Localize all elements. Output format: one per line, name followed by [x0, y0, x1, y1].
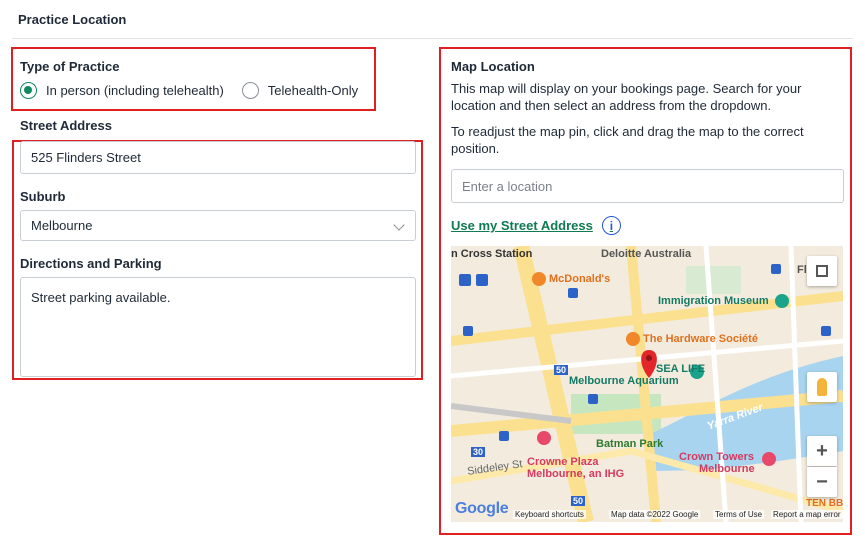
- use-street-address-link[interactable]: Use my Street Address i: [451, 216, 621, 235]
- directions-label: Directions and Parking: [20, 256, 162, 271]
- radio-telehealth-only[interactable]: [241, 82, 259, 99]
- fullscreen-icon: [816, 265, 828, 277]
- keyboard-shortcuts-link[interactable]: Keyboard shortcuts: [513, 510, 586, 519]
- crown-towers-marker: [762, 452, 776, 466]
- suburb-value: Melbourne: [31, 218, 93, 233]
- transit-marker: [499, 431, 509, 441]
- highlight-practice-type: [11, 47, 376, 111]
- transit-marker: [568, 288, 578, 298]
- chevron-down-icon: [393, 219, 405, 231]
- transit-marker: [588, 394, 598, 404]
- map-location-label: Map Location: [451, 59, 535, 74]
- google-logo-text: Google: [455, 500, 509, 517]
- map-label-fl: Fl: [797, 264, 807, 276]
- report-map-error-link[interactable]: Report a map error: [771, 510, 843, 519]
- map-label-mcdonalds: McDonald's: [549, 273, 611, 285]
- map-label-batman-park: Batman Park: [596, 438, 664, 450]
- map-label-cross-station: n Cross Station: [451, 248, 533, 260]
- batman-park-marker: [537, 431, 551, 445]
- map-help-text-2: To readjust the map pin, click and drag …: [451, 124, 804, 156]
- route-number-30: 30: [471, 447, 486, 457]
- radio-in-person-label[interactable]: In person (including telehealth): [46, 83, 224, 98]
- transit-marker: [476, 274, 488, 286]
- transit-marker: [459, 274, 471, 286]
- use-street-address-text[interactable]: Use my Street Address: [451, 218, 593, 233]
- map-view[interactable]: n Cross Station Deloitte Australia Fl Mc…: [451, 246, 843, 522]
- transit-marker: [821, 326, 831, 336]
- practice-type-label: Type of Practice: [20, 59, 120, 74]
- map-label-ten-bbq: TEN BBQ: [806, 498, 843, 509]
- radio-in-person[interactable]: [20, 82, 37, 99]
- zoom-out-button[interactable]: −: [807, 467, 837, 497]
- section-divider: [12, 38, 853, 39]
- suburb-label: Suburb: [20, 189, 66, 204]
- museum-marker: [775, 294, 789, 308]
- radio-telehealth-only-label[interactable]: Telehealth-Only: [268, 83, 358, 98]
- map-park: [686, 266, 741, 294]
- map-label-crown-plaza-2: Melbourne, an IHG: [527, 468, 625, 480]
- transit-marker: [771, 264, 781, 274]
- street-address-input[interactable]: 525 Flinders Street: [20, 141, 416, 174]
- map-label-deloitte: Deloitte Australia: [601, 248, 692, 260]
- pegman-icon: [817, 378, 827, 396]
- map-label-crown-towers: Crown Towers: [679, 451, 754, 463]
- map-label-crown-towers-2: Melbourne: [699, 463, 755, 475]
- map-label-melbourne-aquarium: Melbourne Aquarium: [569, 375, 679, 387]
- route-number-50b: 50: [571, 496, 586, 506]
- map-label-immigration-museum: Immigration Museum: [658, 295, 769, 307]
- route-number-50a: 50: [554, 365, 569, 375]
- map-help-text-1: This map will display on your bookings p…: [451, 81, 802, 113]
- practice-type-options: In person (including telehealth) Telehea…: [20, 82, 358, 99]
- transit-marker: [463, 326, 473, 336]
- zoom-in-button[interactable]: +: [807, 436, 837, 466]
- hardware-societe-marker: [626, 332, 640, 346]
- map-label-hardware-societe: The Hardware Société: [643, 333, 758, 345]
- street-address-label: Street Address: [20, 118, 112, 133]
- mcdonalds-marker: [532, 272, 546, 286]
- section-title: Practice Location: [18, 12, 127, 27]
- street-view-pegman[interactable]: [807, 372, 837, 402]
- google-logo: Google: [455, 500, 509, 518]
- directions-textarea[interactable]: Street parking available.: [20, 277, 416, 377]
- map-location-pin-dot: [646, 355, 652, 361]
- fullscreen-button[interactable]: [807, 256, 837, 286]
- map-label-sea-life: SEA LIFE: [656, 363, 706, 375]
- info-icon[interactable]: i: [601, 216, 621, 235]
- map-data-attribution: Map data ©2022 Google: [609, 510, 701, 519]
- map-label-crown-plaza: Crowne Plaza: [527, 456, 599, 468]
- location-search-input[interactable]: Enter a location: [451, 169, 844, 203]
- terms-of-use-link[interactable]: Terms of Use: [713, 510, 765, 519]
- suburb-select[interactable]: Melbourne: [20, 210, 416, 241]
